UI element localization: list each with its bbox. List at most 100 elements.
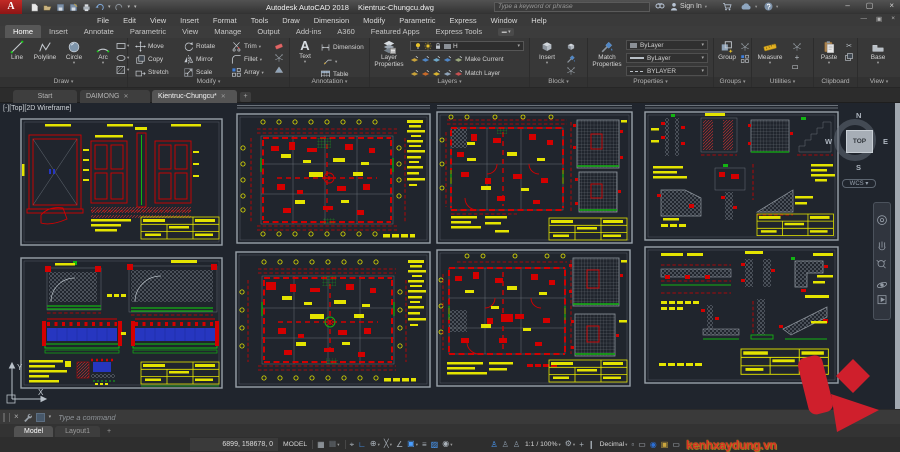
menu-edit[interactable]: Edit	[116, 16, 143, 25]
command-input[interactable]: Type a command	[58, 413, 115, 422]
menu-express[interactable]: Express	[443, 16, 484, 25]
isometric-drafting-icon[interactable]: ╳▾	[384, 439, 392, 450]
recent-commands-icon[interactable]	[36, 413, 45, 422]
panel-label-properties[interactable]: Properties ▾	[588, 77, 713, 87]
viewcube[interactable]: N S W E TOP WCS ▾	[830, 111, 888, 193]
panel-label-block[interactable]: Block ▾	[530, 77, 587, 87]
circle-button[interactable]: Circle▾	[60, 39, 88, 65]
clean-screen-icon[interactable]: ◉	[650, 440, 657, 450]
new-tab-button[interactable]: +	[240, 92, 251, 102]
lineweight-dropdown[interactable]: ByLayer▾	[626, 53, 708, 63]
menu-dimension[interactable]: Dimension	[307, 16, 356, 25]
new-layout-button[interactable]: +	[102, 426, 116, 437]
menu-window[interactable]: Window	[484, 16, 525, 25]
model-tab[interactable]: Model	[14, 426, 53, 437]
ellipse-icon[interactable]	[116, 53, 126, 63]
app-icon[interactable]: ▣	[661, 440, 669, 450]
scrollbar[interactable]	[895, 103, 900, 409]
cut-icon[interactable]: ✂	[846, 42, 852, 50]
navigation-bar[interactable]	[873, 202, 891, 320]
polyline-button[interactable]: Polyline	[31, 39, 59, 61]
paste-button[interactable]: Paste▾	[816, 39, 842, 65]
store-cart-icon[interactable]	[722, 2, 732, 11]
undo-dropdown-icon[interactable]: ▾	[108, 4, 111, 10]
signin-dropdown-icon[interactable]: ▾	[705, 4, 707, 10]
ortho-mode-icon[interactable]: ∟	[358, 440, 366, 450]
viewcube-east[interactable]: E	[883, 137, 888, 146]
panel-label-draw[interactable]: Draw ▾	[0, 77, 127, 87]
tab-output[interactable]: Output	[249, 25, 288, 38]
tab-home[interactable]: Home	[5, 25, 41, 38]
graphics-performance-icon[interactable]: ▭	[638, 440, 646, 450]
grid-display-icon[interactable]: ▦	[317, 440, 325, 450]
model-space-canvas[interactable]: [-][Top][2D Wireframe]	[0, 103, 900, 409]
layer-select-dropdown[interactable]: H ▾	[410, 41, 524, 51]
tab-express-tools[interactable]: Express Tools	[428, 25, 491, 38]
create-block-icon[interactable]	[566, 42, 576, 52]
infer-constraints-icon[interactable]: ⌖	[350, 440, 355, 450]
tab-parametric[interactable]: Parametric	[122, 25, 174, 38]
redo-dropdown-icon[interactable]: ▾	[128, 4, 131, 10]
maximize-button[interactable]: ▢	[866, 1, 874, 10]
sheet-floor-plan-2[interactable]	[236, 252, 430, 387]
quick-select-icon[interactable]: +	[795, 54, 800, 62]
layout1-tab[interactable]: Layout1	[55, 426, 100, 437]
customize-wrench-icon[interactable]	[23, 413, 32, 422]
gradient-icon[interactable]	[274, 65, 284, 75]
panel-label-clipboard[interactable]: Clipboard	[814, 77, 857, 87]
doc-minimize-button[interactable]: —	[861, 15, 868, 23]
menu-file[interactable]: File	[90, 16, 116, 25]
menu-tools[interactable]: Tools	[244, 16, 276, 25]
make-current-button[interactable]: Make Current	[465, 56, 504, 63]
command-bar-grip[interactable]	[3, 413, 5, 422]
model-space-indicator[interactable]: MODEL	[283, 441, 307, 448]
quick-calc-icon[interactable]	[792, 64, 802, 74]
a360-cloud-icon[interactable]: ▾	[740, 2, 757, 11]
tab-annotate[interactable]: Annotate	[76, 25, 122, 38]
sheet-door-details[interactable]	[21, 119, 222, 245]
group-edit-icon[interactable]	[740, 54, 750, 64]
sheet-details-1[interactable]	[645, 112, 838, 240]
plot-icon[interactable]	[82, 3, 91, 12]
drawing-content[interactable]: Y X	[0, 103, 900, 409]
sheet-railing-details[interactable]	[21, 258, 222, 388]
edit-block-icon[interactable]	[566, 54, 576, 64]
tab-insert[interactable]: Insert	[41, 25, 76, 38]
rectangle-icon[interactable]	[116, 41, 126, 51]
annotation-scale-icon[interactable]: ♙	[513, 440, 520, 450]
mirror-button[interactable]: Mirror	[183, 54, 213, 65]
annotation-monitor-icon[interactable]: +	[579, 440, 584, 450]
viewcube-north[interactable]: N	[856, 111, 861, 120]
command-line-bar[interactable]: × ▾ Type a command	[0, 409, 900, 424]
block-attributes-icon[interactable]	[566, 66, 576, 76]
transparency-icon[interactable]: ▨	[431, 440, 439, 450]
panel-label-groups[interactable]: Groups ▾	[714, 77, 751, 87]
arc-button[interactable]: Arc▾	[89, 39, 117, 65]
menu-view[interactable]: View	[143, 16, 173, 25]
annotation-visibility-icon[interactable]: ♙	[490, 440, 497, 450]
viewcube-south[interactable]: S	[856, 163, 861, 172]
isolate-objects-icon[interactable]: ❙	[588, 440, 595, 450]
qat-customize-icon[interactable]: ▾	[134, 4, 137, 10]
doc-restore-button[interactable]: ▣	[876, 15, 882, 23]
panel-label-annotation[interactable]: Annotation ▾	[290, 77, 369, 87]
help-search-input[interactable]: Type a keyword or phrase	[494, 2, 650, 12]
linetype-dropdown[interactable]: BYLAYER▾	[626, 66, 708, 76]
hatch-icon[interactable]	[116, 65, 126, 75]
polar-tracking-icon[interactable]: ⊕▾	[370, 439, 380, 450]
undo-icon[interactable]	[95, 3, 104, 12]
layer-tool-icon[interactable]	[432, 55, 441, 64]
id-point-icon[interactable]	[792, 42, 802, 52]
layer-properties-button[interactable]: Layer Properties	[372, 39, 406, 68]
erase-icon[interactable]	[274, 41, 284, 51]
base-button[interactable]: Base▾	[864, 39, 892, 65]
command-bar-grip[interactable]	[9, 413, 11, 422]
ungroup-icon[interactable]	[740, 42, 750, 52]
object-snap-icon[interactable]: ▣▾	[407, 439, 418, 450]
sign-in-button[interactable]: Sign In ▾	[670, 2, 707, 11]
file-tab-start[interactable]: Start	[13, 90, 77, 103]
tab-featured-apps[interactable]: Featured Apps	[363, 25, 428, 38]
sheet-plan-sections-1[interactable]	[437, 112, 632, 243]
file-tab-kientruc-chungcu[interactable]: Kientruc-Chungcu*✕	[152, 90, 237, 103]
tab-addins[interactable]: Add-ins	[288, 25, 329, 38]
